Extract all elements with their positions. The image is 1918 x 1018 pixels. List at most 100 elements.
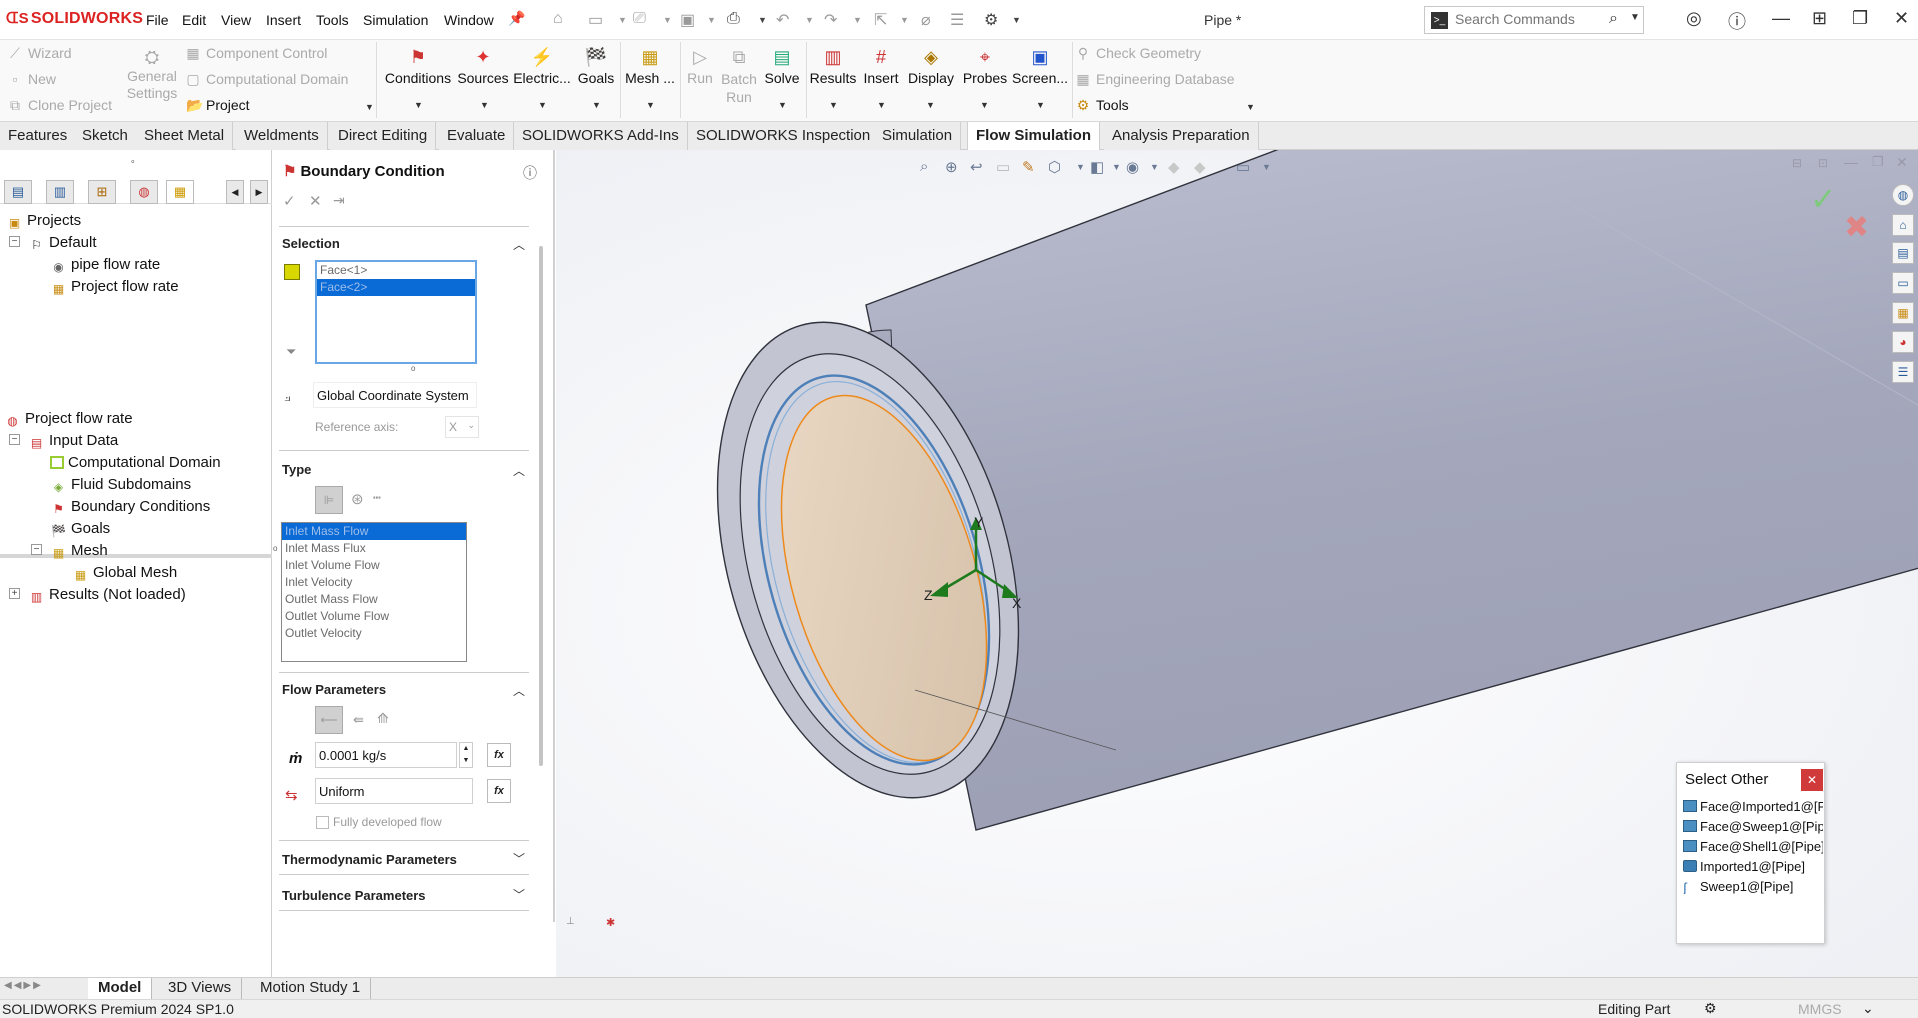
tab-weldments[interactable]: Weldments [236,122,328,150]
viewport-restore-icon[interactable]: ❐ [1872,154,1884,170]
undo-icon[interactable]: ↶ [776,10,789,30]
gear-icon[interactable]: ⚙ [984,10,998,30]
pm-scrollbar[interactable] [539,246,543,766]
dropdown-icon[interactable]: ⌄ [1862,1000,1874,1017]
tree-item-projects[interactable]: ▣ Projects [6,212,81,231]
mesh-button[interactable]: ▦ Mesh ... [624,44,676,86]
expand-chevron-icon[interactable]: ﹀ [513,850,525,867]
list-item[interactable]: Face@Imported1@[Pipe] [1683,799,1823,814]
design-library-icon[interactable]: ⌂ [1892,214,1914,236]
list-item[interactable]: Outlet Mass Flow [282,591,466,608]
tab-flow-simulation[interactable]: Flow Simulation [967,122,1100,150]
folder-icon[interactable]: ▭ [1892,272,1914,294]
pressure-openings-icon[interactable]: ⊛ [351,490,364,508]
computational-domain-button[interactable]: ▢ Computational Domain [186,71,348,88]
thermodynamic-parameters-section-title[interactable]: Thermodynamic Parameters [282,852,457,867]
engineering-database-button[interactable]: ▦ Engineering Database [1076,71,1234,88]
tree-item-project-flow-rate[interactable]: ▦ Project flow rate [50,278,179,297]
chevron-down-icon[interactable]: ▼ [538,100,547,110]
project-button[interactable]: 📂 Project [186,97,250,114]
menu-tools[interactable]: Tools [316,12,349,28]
menu-insert[interactable]: Insert [266,12,301,28]
chevron-down-icon[interactable]: ▼ [829,100,838,110]
solidworks-logo[interactable]: ᗭS SOLIDWORKS [6,10,143,28]
mass-flow-fx-button[interactable]: fx [487,743,511,767]
new-icon[interactable]: ▭ [588,10,603,30]
list-item[interactable]: Outlet Velocity [282,625,466,642]
wall-icon[interactable]: ┅ [373,490,381,506]
search-icon[interactable]: ⌕ [1609,10,1618,28]
tab-evaluate[interactable]: Evaluate [439,122,515,150]
solve-button[interactable]: ▤ Solve [762,44,802,86]
pin-icon[interactable]: ⇥ [333,192,345,209]
chevron-down-icon[interactable]: ▼ [663,15,672,25]
resize-grip[interactable]: o [273,544,277,553]
file-properties-icon[interactable]: ☰ [950,10,964,30]
viewport-split-icon[interactable]: ⊡ [1818,156,1828,170]
display-style-icon[interactable]: ◧ [1090,158,1104,176]
tree-item-results[interactable]: ▥ Results (Not loaded) [28,586,186,605]
expand-toggle[interactable]: + [9,588,20,599]
list-item[interactable]: Inlet Volume Flow [282,557,466,574]
chevron-down-icon[interactable]: ▼ [618,15,627,25]
wizard-button[interactable]: ⟋ Wizard [8,45,71,62]
cancel-x-icon[interactable]: ✖ [1844,210,1869,245]
flow-openings-icon[interactable]: ⊫ [315,486,343,514]
help-icon[interactable]: ⓘ [1728,8,1746,34]
dim-xpert-tab-icon[interactable]: ◍ [130,180,158,204]
ok-check-icon[interactable]: ✓ [283,192,296,210]
print-icon[interactable]: ⎙ [727,10,740,28]
paperclip-icon[interactable]: ⌀ [921,10,931,30]
mass-flow-stepper[interactable]: ▲ ▼ [459,742,473,768]
help-icon[interactable]: ⓘ [523,163,537,183]
menu-file[interactable]: File [146,12,169,28]
chevron-down-icon[interactable]: ▼ [1150,162,1159,172]
turbulence-parameters-section-title[interactable]: Turbulence Parameters [282,888,426,903]
selection-section-title[interactable]: Selection [282,236,340,251]
tree-item-fluid-subdomains[interactable]: ◈ Fluid Subdomains [50,476,191,495]
tab-solidworks-add-ins[interactable]: SOLIDWORKS Add-Ins [514,122,688,150]
appearances-icon[interactable]: ◕ [1892,331,1914,353]
tab-scroll-arrows-icon[interactable]: ◀◀▶▶ [4,980,43,991]
minimize-icon[interactable]: — [1772,8,1790,29]
tab-sheet-metal[interactable]: Sheet Metal [136,122,234,150]
batch-run-button[interactable]: ⧉ Batch Run [718,44,760,106]
tab-direct-editing[interactable]: Direct Editing [330,122,437,150]
search-commands[interactable]: >_ ⌕ ▼ [1424,6,1644,34]
tab-model[interactable]: Model [88,978,153,999]
close-icon[interactable]: ✕ [1894,8,1909,29]
collapse-toggle[interactable]: − [9,236,20,247]
tab-analysis-preparation[interactable]: Analysis Preparation [1104,122,1259,150]
chevron-down-icon[interactable]: ▼ [592,100,601,110]
chevron-down-icon[interactable]: ▼ [877,100,886,110]
goals-button[interactable]: 🏁 Goals [576,44,616,86]
step-up-icon[interactable]: ▲ [463,745,470,752]
new-project-button[interactable]: ▫ New [8,71,57,87]
expand-chevron-icon[interactable]: ﹀ [513,886,525,903]
section-view-icon[interactable]: ▭ [996,158,1010,176]
chevron-down-icon[interactable]: ▼ [805,15,814,25]
chevron-down-icon[interactable]: ▼ [707,15,716,25]
chevron-down-icon[interactable]: ▼ [900,15,909,25]
pin-icon[interactable]: 📌 [508,10,525,27]
resize-grip[interactable]: o [411,364,415,373]
tools-button[interactable]: ⚙ Tools [1076,97,1129,114]
tree-item-default[interactable]: ⚐ Default [28,234,96,253]
menu-simulation[interactable]: Simulation [363,12,428,28]
custom-properties-icon[interactable]: ☰ [1892,361,1914,383]
user-icon[interactable]: ◎ [1686,8,1702,29]
panel-grip[interactable]: ∘ [130,156,136,167]
profile-select[interactable]: Uniform [315,778,473,804]
select-icon[interactable]: ⇱ [874,10,887,30]
collapse-chevron-icon[interactable]: ︿ [513,682,525,699]
general-settings-button[interactable]: ⛭ General Settings [124,44,180,102]
list-item-selected[interactable]: Inlet Mass Flow [282,523,466,540]
flow-analysis-tab-icon[interactable]: ▦ [166,180,194,204]
tab-features[interactable]: Features [0,122,77,150]
collapse-toggle[interactable]: − [31,544,42,555]
chevron-down-icon[interactable]: ▼ [778,100,787,110]
check-geometry-button[interactable]: ⚲ Check Geometry [1076,45,1201,62]
cancel-x-icon[interactable]: ✕ [309,192,322,210]
chevron-down-icon[interactable]: ▼ [1036,100,1045,110]
menu-window[interactable]: Window [444,12,494,28]
